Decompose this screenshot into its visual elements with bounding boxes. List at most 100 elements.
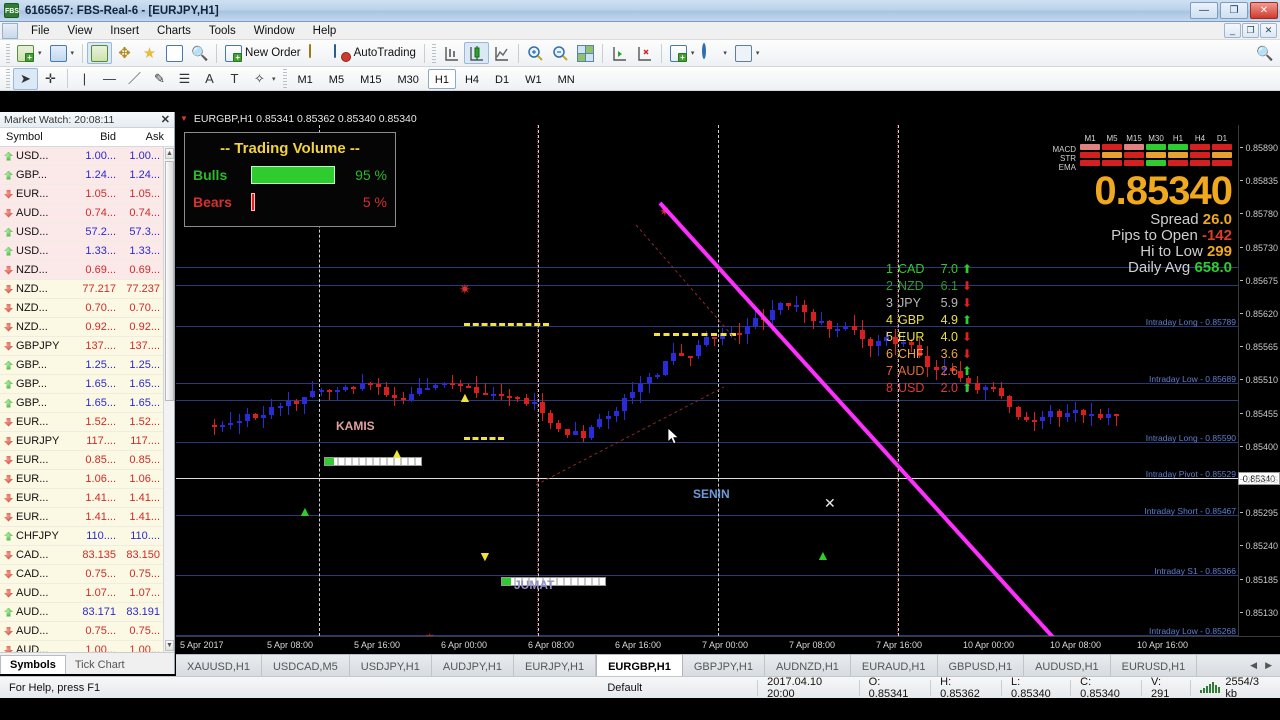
timeframe-m1[interactable]: M1 — [291, 69, 320, 89]
chart-area[interactable]: ▼ EURGBP,H1 0.85341 0.85362 0.85340 0.85… — [176, 112, 1280, 636]
market-watch-row[interactable]: AUD... 1.07... 1.07... — [0, 584, 174, 603]
scroll-down-icon[interactable]: ▼ — [165, 640, 174, 651]
market-watch-row[interactable]: AUD... 0.75... 0.75... — [0, 622, 174, 641]
column-header-ask[interactable]: Ask — [116, 131, 164, 143]
profiles-button[interactable]: ▾ — [46, 42, 79, 64]
market-watch-row[interactable]: NZD... 0.69... 0.69... — [0, 261, 174, 280]
chart-tab-xauusd-h1[interactable]: XAUUSD,H1 — [176, 655, 262, 676]
window-close-button[interactable]: ✕ — [1250, 2, 1278, 19]
fibonacci-tool[interactable]: ☰ — [172, 68, 197, 90]
chart-tab-audjpy-h1[interactable]: AUDJPY,H1 — [432, 655, 514, 676]
menu-item-help[interactable]: Help — [304, 24, 346, 38]
horizontal-line-tool[interactable]: — — [97, 68, 122, 90]
toolbar-grip[interactable] — [282, 69, 287, 88]
time-axis[interactable]: 5 Apr 2017 5 Apr 08:00 5 Apr 16:00 6 Apr 00… — [176, 636, 1280, 654]
market-watch-row[interactable]: EUR... 0.85... 0.85... — [0, 451, 174, 470]
market-watch-row[interactable]: GBP... 1.25... 1.25... — [0, 356, 174, 375]
candlestick-button[interactable] — [463, 42, 489, 64]
chart-tab-gbpusd-h1[interactable]: GBPUSD,H1 — [938, 655, 1025, 676]
menu-item-tools[interactable]: Tools — [200, 24, 245, 38]
market-watch-row[interactable]: AUD... 83.171 83.191 — [0, 603, 174, 622]
market-watch-row[interactable]: EURJPY 117.... 117.... — [0, 432, 174, 451]
timeframe-w1[interactable]: W1 — [518, 69, 549, 89]
status-profile[interactable]: Default — [598, 679, 759, 696]
timeframe-m30[interactable]: M30 — [390, 69, 425, 89]
chart-tab-audusd-h1[interactable]: AUDUSD,H1 — [1024, 655, 1111, 676]
market-watch-row[interactable]: EUR... 1.52... 1.52... — [0, 413, 174, 432]
toolbar-grip[interactable] — [6, 43, 10, 63]
window-minimize-button[interactable]: — — [1190, 2, 1218, 19]
metaeditor-button[interactable] — [305, 42, 330, 64]
tab-symbols[interactable]: Symbols — [0, 655, 66, 674]
indicators-button[interactable]: + ▾ — [666, 42, 699, 64]
market-watch-list[interactable]: USD... 1.00... 1.00... GBP... 1.24... 1.24...… — [0, 147, 174, 652]
chart-tab-next-icon[interactable]: ▶ — [1265, 660, 1272, 671]
favorites-button[interactable]: ★ — [137, 42, 162, 64]
menu-item-window[interactable]: Window — [245, 24, 304, 38]
auto-scroll-button[interactable] — [632, 42, 657, 64]
chart-tab-euraud-h1[interactable]: EURAUD,H1 — [851, 655, 938, 676]
periods-button[interactable]: ▾ — [698, 42, 731, 64]
toolbar-grip[interactable] — [6, 69, 10, 88]
market-watch-row[interactable]: USD... 1.33... 1.33... — [0, 242, 174, 261]
tile-windows-button[interactable] — [573, 42, 598, 64]
market-watch-row[interactable]: AUD... 1.00... 1.00... — [0, 641, 174, 652]
chart-tab-eurusd-h1[interactable]: EURUSD,H1 — [1111, 655, 1198, 676]
price-axis[interactable]: 0.85340 0.85890 0.85835 0.85780 0.85730 0.85… — [1238, 125, 1280, 636]
market-watch-row[interactable]: GBP... 1.65... 1.65... — [0, 394, 174, 413]
mdi-minimize-button[interactable]: _ — [1224, 23, 1241, 38]
timeframe-h4[interactable]: H4 — [458, 69, 486, 89]
crosshair-tool[interactable]: ✛ — [38, 68, 63, 90]
toolbar-grip[interactable] — [431, 43, 436, 63]
autotrading-button[interactable]: AutoTrading — [330, 42, 420, 64]
market-watch-row[interactable]: GBPJPY 137.... 137.... — [0, 337, 174, 356]
close-icon[interactable]: ✕ — [161, 113, 170, 126]
window-maximize-button[interactable]: ❐ — [1220, 2, 1248, 19]
toolbar-search-button[interactable]: 🔍 — [1252, 42, 1280, 64]
market-watch-row[interactable]: USD... 1.00... 1.00... — [0, 147, 174, 166]
new-order-button[interactable]: + New Order — [221, 42, 305, 64]
scroll-up-icon[interactable]: ▲ — [165, 148, 174, 159]
market-watch-row[interactable]: NZD... 0.70... 0.70... — [0, 299, 174, 318]
status-connection[interactable]: 2554/3 kb — [1191, 676, 1280, 700]
menu-item-file[interactable]: File — [22, 24, 59, 38]
chart-tab-usdjpy-h1[interactable]: USDJPY,H1 — [350, 655, 432, 676]
menu-item-insert[interactable]: Insert — [101, 24, 148, 38]
scrollbar-thumb[interactable] — [165, 161, 174, 401]
timeframe-m5[interactable]: M5 — [322, 69, 351, 89]
market-watch-row[interactable]: AUD... 0.74... 0.74... — [0, 204, 174, 223]
market-watch-row[interactable]: GBP... 1.65... 1.65... — [0, 375, 174, 394]
chart-tab-gbpjpy-h1[interactable]: GBPJPY,H1 — [683, 655, 765, 676]
chart-collapse-icon[interactable]: ▼ — [180, 114, 188, 123]
market-watch-row[interactable]: EUR... 1.41... 1.41... — [0, 508, 174, 527]
equidistant-channel-tool[interactable]: ✎ — [147, 68, 172, 90]
market-watch-row[interactable]: CAD... 83.135 83.150 — [0, 546, 174, 565]
market-watch-row[interactable]: EUR... 1.41... 1.41... — [0, 489, 174, 508]
market-watch-row[interactable]: USD... 57.2... 57.3... — [0, 223, 174, 242]
terminal-button[interactable] — [162, 42, 187, 64]
text-tool[interactable]: A — [197, 68, 222, 90]
timeframe-m15[interactable]: M15 — [353, 69, 388, 89]
column-header-symbol[interactable]: Symbol — [0, 131, 68, 143]
zoom-out-button[interactable] — [548, 42, 573, 64]
shapes-tool[interactable]: ✧ ▾ — [247, 68, 280, 90]
menu-item-view[interactable]: View — [59, 24, 102, 38]
new-chart-button[interactable]: + ▾ — [13, 42, 46, 64]
timeframe-d1[interactable]: D1 — [488, 69, 516, 89]
trendline-tool[interactable]: ／ — [122, 68, 147, 90]
market-watch-button[interactable] — [87, 42, 113, 64]
market-watch-scrollbar[interactable]: ▲ ▼ — [163, 147, 174, 652]
templates-button[interactable]: ▾ — [731, 42, 764, 64]
menu-item-charts[interactable]: Charts — [148, 24, 200, 38]
chart-tab-prev-icon[interactable]: ◀ — [1250, 660, 1257, 671]
cursor-tool[interactable]: ➤ — [13, 67, 38, 90]
zoom-in-button[interactable] — [523, 42, 548, 64]
column-header-bid[interactable]: Bid — [68, 131, 116, 143]
bar-chart-button[interactable] — [439, 42, 464, 64]
chart-shift-button[interactable] — [607, 42, 632, 64]
market-watch-row[interactable]: NZD... 0.92... 0.92... — [0, 318, 174, 337]
mdi-close-button[interactable]: ✕ — [1260, 23, 1277, 38]
chart-tab-usdcad-m5[interactable]: USDCAD,M5 — [262, 655, 350, 676]
market-watch-row[interactable]: NZD... 77.217 77.237 — [0, 280, 174, 299]
chart-tab-eurgbp-h1[interactable]: EURGBP,H1 — [596, 655, 683, 676]
